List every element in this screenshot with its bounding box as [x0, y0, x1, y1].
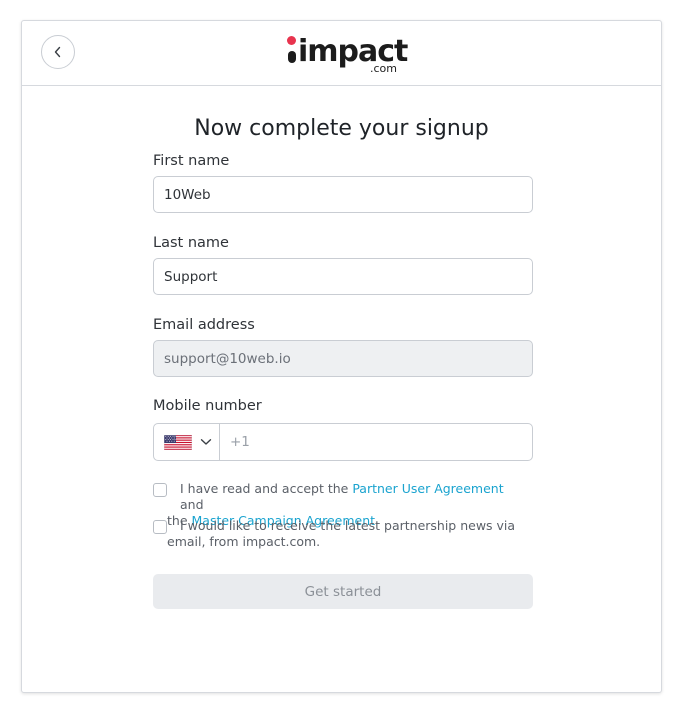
logo-black-dot: [288, 51, 296, 63]
partner-user-agreement-link[interactable]: Partner User Agreement: [352, 481, 503, 496]
last-name-label: Last name: [153, 235, 229, 251]
first-name-label: First name: [153, 153, 230, 169]
chevron-down-icon: [200, 439, 212, 445]
newsletter-text: I would like to receive the latest partn…: [167, 518, 528, 550]
country-code-select[interactable]: [154, 424, 220, 460]
chevron-left-icon: [54, 46, 61, 58]
us-flag-icon: [164, 434, 192, 450]
newsletter-checkbox[interactable]: [153, 520, 167, 534]
mobile-number-input[interactable]: [220, 424, 532, 460]
mobile-label: Mobile number: [153, 398, 262, 414]
newsletter-row: I would like to receive the latest partn…: [153, 518, 533, 550]
newsletter-line1: I would like to receive the latest partn…: [180, 518, 516, 533]
page-title: Now complete your signup: [194, 116, 489, 141]
agreement-prefix: I have read and accept the: [180, 481, 349, 496]
newsletter-line2: email, from impact.com.: [167, 534, 321, 549]
impact-logo: impact .com: [284, 33, 408, 77]
agreement-checkbox[interactable]: [153, 483, 167, 497]
get-started-button[interactable]: Get started: [153, 574, 533, 609]
email-label: Email address: [153, 317, 255, 333]
signup-card: impact .com Now complete your signup Fir…: [21, 20, 662, 693]
header: impact .com: [22, 21, 661, 86]
agreement-and: and: [180, 497, 204, 512]
logo-suffix: .com: [370, 62, 397, 75]
first-name-input[interactable]: [153, 176, 533, 213]
logo-red-dot: [287, 36, 296, 45]
back-button[interactable]: [41, 35, 75, 69]
email-field: [153, 340, 533, 377]
last-name-input[interactable]: [153, 258, 533, 295]
mobile-field: [153, 423, 533, 461]
